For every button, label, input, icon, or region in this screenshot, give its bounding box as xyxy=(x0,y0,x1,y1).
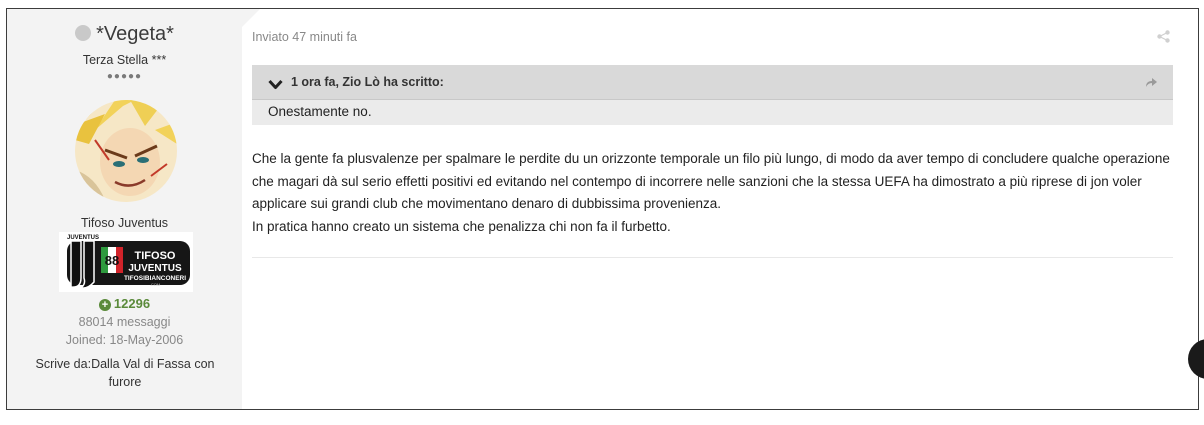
author-panel-arrow xyxy=(242,9,260,27)
tifoso-juventus-badge: JUVENTUS 88 TIFOSO JUVENTUS TIFOSIBIANCO… xyxy=(59,232,193,292)
member-title: Tifoso Juventus xyxy=(80,216,169,230)
quote-header[interactable]: 1 ora fa, Zio Lò ha scritto: xyxy=(252,65,1173,100)
avatar[interactable] xyxy=(75,100,177,202)
reputation[interactable]: +12296 xyxy=(7,296,242,311)
quote-text: Onestamente no. xyxy=(268,104,372,119)
post-footer-divider xyxy=(252,257,1173,258)
reputation-value: 12296 xyxy=(113,296,151,311)
author-rank: Terza Stella *** xyxy=(82,53,167,67)
badge-number: 88 xyxy=(105,253,119,268)
post-count: 88014 messaggi xyxy=(78,315,171,329)
post-paragraph: Che la gente fa plusvalenze per spalmare… xyxy=(252,151,1170,211)
badge-line1: TIFOSO xyxy=(135,250,176,262)
badge-line2: JUVENTUS xyxy=(128,263,182,274)
chevron-down-icon[interactable] xyxy=(268,77,283,95)
badge-site: TIFOSIBIANCONERI xyxy=(124,275,186,282)
plus-circle-icon: + xyxy=(98,299,111,311)
badge-top-text: JUVENTUS xyxy=(67,235,99,241)
forum-post: *Vegeta* Terza Stella *** ●●●●● Tifoso J… xyxy=(6,8,1199,410)
post-date[interactable]: Inviato 47 minuti fa xyxy=(252,30,357,44)
post-content: Che la gente fa plusvalenze per spalmare… xyxy=(252,148,1177,238)
rank-pips: ●●●●● xyxy=(106,71,143,82)
badge-tld: .COM xyxy=(150,282,160,287)
share-icon[interactable] xyxy=(1157,30,1170,48)
author-panel: *Vegeta* Terza Stella *** ●●●●● Tifoso J… xyxy=(7,9,242,409)
quote-citation: 1 ora fa, Zio Lò ha scritto: xyxy=(291,75,444,89)
author-name[interactable]: *Vegeta* xyxy=(96,23,174,45)
quote-block: 1 ora fa, Zio Lò ha scritto: Onestamente… xyxy=(252,65,1173,125)
author-name-row: *Vegeta* xyxy=(7,23,242,46)
author-location: Scrive da:Dalla Val di Fassa con furore xyxy=(35,357,215,389)
reply-arrow-icon[interactable] xyxy=(1144,75,1158,93)
joined-date: Joined: 18-May-2006 xyxy=(65,333,184,347)
post-paragraph: In pratica hanno creato un sistema che p… xyxy=(252,218,671,234)
offline-status-icon xyxy=(75,25,92,41)
